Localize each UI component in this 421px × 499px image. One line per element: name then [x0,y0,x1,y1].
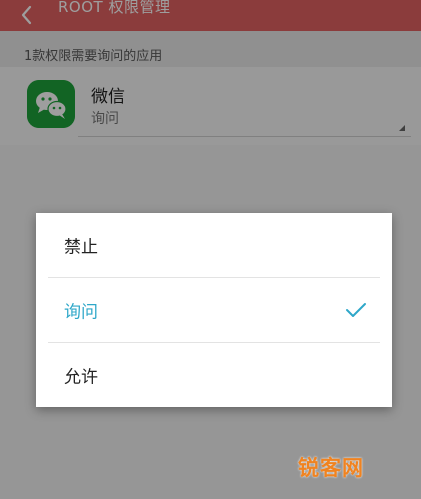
permission-dialog: 禁止 询问 允许 [36,213,392,407]
option-label: 禁止 [64,237,98,258]
option-ask[interactable]: 询问 [36,278,392,342]
option-label: 允许 [64,367,98,388]
watermark-logo: 锐客网 [298,456,364,480]
checkmark-icon [346,303,366,317]
option-allow[interactable]: 允许 [36,343,392,407]
option-label: 询问 [64,302,98,323]
option-deny[interactable]: 禁止 [36,213,392,277]
